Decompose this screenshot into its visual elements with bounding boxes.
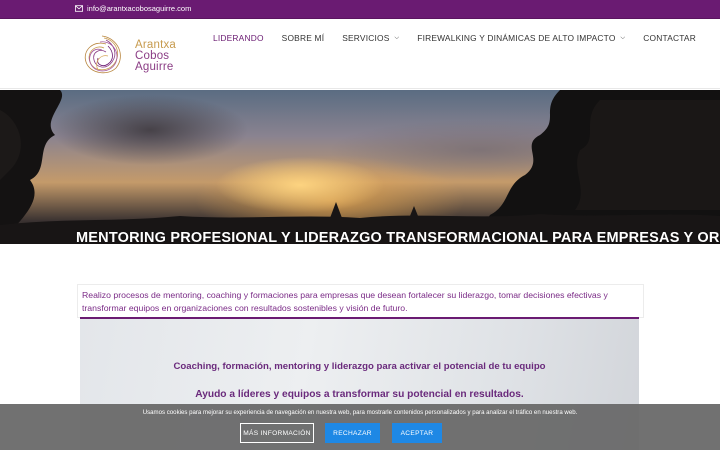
main-nav: LIDERANDO SOBRE MÍ SERVICIOS ⌵ FIREWALKI… xyxy=(213,33,714,43)
nav-item-firewalking[interactable]: FIREWALKING Y DINÁMICAS DE ALTO IMPACTO … xyxy=(417,33,625,43)
accept-button[interactable]: ACEPTAR xyxy=(392,423,442,443)
nav-item-label: FIREWALKING Y DINÁMICAS DE ALTO IMPACTO xyxy=(417,33,616,43)
nav-item-sobre-mi[interactable]: SOBRE MÍ xyxy=(282,33,325,43)
logo-spiral-icon xyxy=(84,35,121,74)
intro-card: Realizo procesos de mentoring, coaching … xyxy=(77,284,644,318)
nav-item-label: SOBRE MÍ xyxy=(281,33,325,43)
site-header: Arantxa Cobos Aguirre LIDERANDO SOBRE MÍ… xyxy=(0,19,720,89)
nav-item-contactar[interactable]: CONTACTAR xyxy=(643,33,696,43)
nav-item-label: LIDERANDO xyxy=(213,33,264,43)
promo-subheading: Ayudo a líderes y equipos a transformar … xyxy=(195,389,524,400)
nav-item-servicios[interactable]: SERVICIOS ⌵ xyxy=(342,33,399,43)
promo-heading: Coaching, formación, mentoring y lideraz… xyxy=(173,361,546,372)
more-info-button[interactable]: MÁS INFORMACIÓN xyxy=(240,423,314,443)
reject-button[interactable]: RECHAZAR xyxy=(325,423,380,443)
top-bar: info@arantxacobosaguirre.com xyxy=(0,0,720,19)
email-link[interactable]: info@arantxacobosaguirre.com xyxy=(75,4,191,13)
logo-wordmark: Arantxa Cobos Aguirre xyxy=(135,39,176,73)
cookie-text: Usamos cookies para mejorar su experienc… xyxy=(142,409,578,416)
envelope-icon xyxy=(75,5,83,12)
cookie-buttons: MÁS INFORMACIÓN RECHAZAR ACEPTAR xyxy=(0,423,720,443)
logo-line-3: Aguirre xyxy=(135,61,174,73)
hero-title-wrapper: MENTORING PROFESIONAL Y LIDERAZGO TRANSF… xyxy=(0,230,720,244)
hero-title: MENTORING PROFESIONAL Y LIDERAZGO TRANSF… xyxy=(76,230,720,244)
chevron-down-icon: ⌵ xyxy=(394,34,400,41)
chevron-down-icon: ⌵ xyxy=(620,34,626,41)
nav-item-label: CONTACTAR xyxy=(643,33,696,43)
cookie-banner: Usamos cookies para mejorar su experienc… xyxy=(0,404,720,450)
nav-item-label: SERVICIOS xyxy=(342,33,390,43)
email-text: info@arantxacobosaguirre.com xyxy=(87,4,192,13)
hero-trees-silhouette xyxy=(0,90,720,244)
nav-item-liderando[interactable]: LIDERANDO xyxy=(213,33,264,43)
intro-text: Realizo procesos de mentoring, coaching … xyxy=(82,290,608,313)
site-logo[interactable]: Arantxa Cobos Aguirre xyxy=(80,32,190,80)
hero-banner xyxy=(0,90,720,244)
